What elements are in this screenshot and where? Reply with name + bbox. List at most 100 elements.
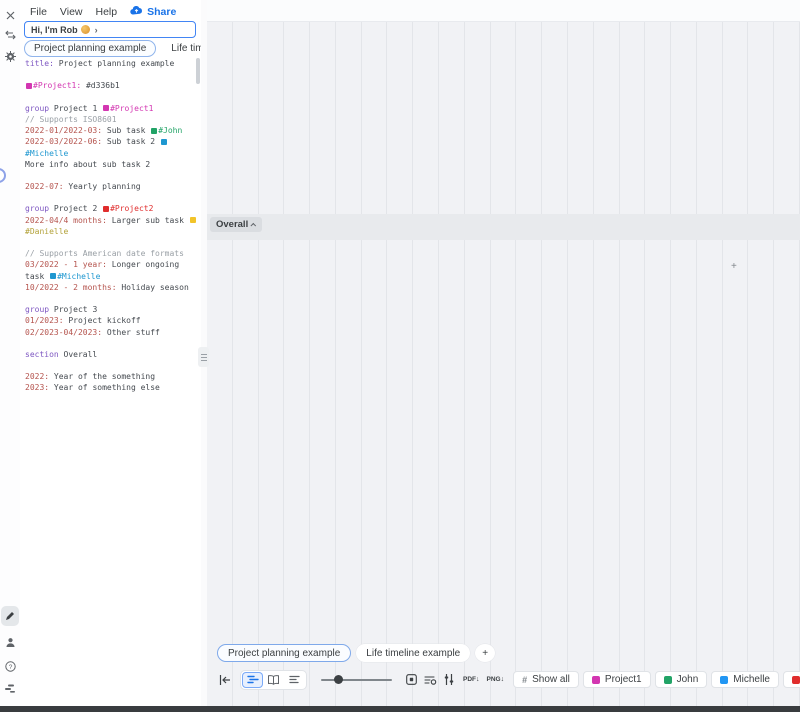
menu-file[interactable]: File (30, 6, 47, 18)
code-token: 10/2022 - 2 months: (25, 283, 117, 292)
legend-tag-michelle[interactable]: Michelle (711, 671, 779, 688)
code-line[interactable]: 2023: Year of something else (25, 382, 195, 393)
download-png-button[interactable]: PNG↓ (487, 676, 505, 683)
code-token: Project 1 (49, 104, 102, 113)
view-switcher (240, 670, 307, 690)
code-line[interactable]: group Project 1 #Project1 (25, 103, 195, 114)
timeline-view-button[interactable] (242, 672, 263, 688)
month-column: 5月 (310, 0, 336, 706)
code-line[interactable]: #Project1: #d336b1 (25, 80, 195, 91)
greeting-chevron-icon[interactable]: › (95, 25, 98, 35)
bottom-tab-bar: Project planning example Life timeline ex… (217, 644, 495, 662)
code-line[interactable]: #Michelle (25, 148, 195, 159)
code-line[interactable] (25, 192, 195, 203)
month-column: 3月 (568, 0, 594, 706)
code-line[interactable]: task #Michelle (25, 271, 195, 282)
edit-pencil-icon[interactable] (1, 606, 19, 626)
svg-text:?: ? (8, 663, 12, 670)
book-view-button[interactable] (263, 672, 284, 688)
code-line[interactable] (25, 92, 195, 103)
code-line[interactable]: More info about sub task 2 (25, 159, 195, 170)
code-token: Overall (59, 350, 98, 359)
code-line[interactable] (25, 69, 195, 80)
zoom-slider[interactable] (321, 672, 392, 688)
tag-color-swatch (103, 206, 109, 212)
code-line[interactable] (25, 170, 195, 181)
code-line[interactable]: 2022: Year of the something (25, 371, 195, 382)
code-line[interactable] (25, 293, 195, 304)
code-token: #Danielle (25, 227, 68, 236)
month-column: 6月 (645, 0, 671, 706)
code-line[interactable]: 2022-04/4 months: Larger sub task (25, 215, 195, 226)
autocenter-icon[interactable] (422, 672, 438, 688)
settings-gear-icon[interactable] (2, 48, 18, 64)
month-column: 11月 (465, 0, 491, 706)
floating-handle[interactable] (0, 168, 6, 183)
timeline-rows-icon[interactable] (2, 680, 18, 696)
tag-color-swatch (26, 83, 32, 89)
menu-view[interactable]: View (60, 6, 83, 18)
legend-tag-project2[interactable]: Project2 (783, 671, 800, 688)
chevron-up-icon (251, 222, 257, 228)
section-toggle-overall[interactable]: Overall (210, 217, 262, 232)
download-pdf-button[interactable]: PDF↓ (463, 676, 480, 683)
bottom-tab[interactable]: Life timeline example (356, 644, 470, 662)
code-line[interactable]: 10/2022 - 2 months: Holiday season (25, 282, 195, 293)
add-tab-button[interactable]: + (475, 644, 495, 662)
code-token: 02/2023-04/2023: (25, 328, 102, 337)
editor-scrollbar[interactable] (196, 58, 200, 84)
code-line[interactable]: 2022-01/2022-03: Sub task #John (25, 125, 195, 136)
list-view-button[interactable] (284, 672, 305, 688)
menu-help[interactable]: Help (96, 6, 118, 18)
code-token: 01/2023: (25, 316, 64, 325)
add-event-marker[interactable]: + (731, 261, 737, 272)
timeline-panel[interactable]: 20202月3月4月5月6月7月8月9月10月11月12月20212月3月4月5… (207, 0, 800, 712)
minimap-icon[interactable] (403, 672, 419, 688)
code-line[interactable]: group Project 2 #Project2 (25, 203, 195, 214)
code-line[interactable]: 01/2023: Project kickoff (25, 315, 195, 326)
code-line[interactable]: section Overall (25, 349, 195, 360)
code-line[interactable]: group Project 3 (25, 304, 195, 315)
share-button[interactable]: Share (130, 6, 176, 18)
month-column: 9月 (413, 0, 439, 706)
greeting-text: Hi, I'm Rob (31, 25, 78, 35)
bottom-tab[interactable]: Project planning example (217, 644, 351, 662)
close-icon[interactable] (2, 7, 18, 23)
resize-grip[interactable] (198, 347, 209, 367)
code-line[interactable]: title: Project planning example (25, 58, 195, 69)
code-line[interactable] (25, 237, 195, 248)
legend-tag-john[interactable]: John (655, 671, 708, 688)
code-line[interactable]: #Danielle (25, 226, 195, 237)
adjustments-icon[interactable] (441, 672, 457, 688)
slider-knob[interactable] (334, 675, 343, 684)
profile-person-icon[interactable] (2, 634, 18, 650)
code-token: group (25, 104, 49, 113)
month-column: 12月 (491, 0, 517, 706)
editor-code[interactable]: title: Project planning example #Project… (25, 58, 195, 394)
swap-arrows-icon[interactable] (2, 27, 18, 43)
code-token: 2022-04/4 months: (25, 216, 107, 225)
code-line[interactable]: 2022-03/2022-06: Sub task 2 (25, 136, 195, 147)
month-column: 6月 (336, 0, 362, 706)
code-line[interactable] (25, 338, 195, 349)
code-line[interactable] (25, 360, 195, 371)
code-line[interactable]: 02/2023-04/2023: Other stuff (25, 327, 195, 338)
code-token: section (25, 350, 59, 359)
code-line[interactable]: 2022-07: Yearly planning (25, 181, 195, 192)
legend-tag-project1[interactable]: Project1 (583, 671, 651, 688)
code-line[interactable]: // Supports American date formats (25, 248, 195, 259)
month-column: 2月 (542, 0, 568, 706)
code-token: // Supports ISO8601 (25, 115, 117, 124)
top-tab[interactable]: Project planning example (24, 40, 156, 57)
greeting-input[interactable]: Hi, I'm Rob › (24, 21, 196, 38)
help-icon[interactable]: ? (2, 658, 18, 674)
code-line[interactable]: // Supports ISO8601 (25, 114, 195, 125)
month-column: 10月 (439, 0, 465, 706)
code-token: Project kickoff (64, 316, 141, 325)
top-tab[interactable]: Life timeline example (162, 40, 201, 57)
jump-to-start-icon[interactable] (217, 672, 233, 688)
month-column: 10月 (748, 0, 774, 706)
code-line[interactable]: 03/2022 - 1 year: Longer ongoing (25, 259, 195, 270)
code-token: 2023: (25, 383, 49, 392)
show-all-button[interactable]: #Show all (513, 671, 579, 688)
